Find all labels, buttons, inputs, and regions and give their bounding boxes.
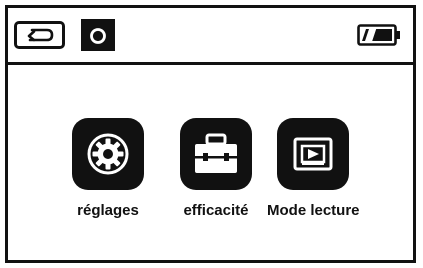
- battery-indicator: [357, 24, 401, 46]
- playback-label: Mode lecture: [267, 202, 360, 219]
- playback-tile[interactable]: [277, 118, 350, 190]
- back-button[interactable]: [14, 21, 65, 49]
- efficiency-tile[interactable]: [180, 118, 252, 190]
- gear-icon: [87, 133, 129, 175]
- menu-item-playback[interactable]: Mode lecture: [267, 118, 360, 220]
- back-arrow-icon: [27, 28, 53, 42]
- camera-button[interactable]: [81, 19, 115, 51]
- menu-item-efficiency[interactable]: efficacité: [180, 118, 252, 220]
- toolbox-icon: [195, 133, 237, 173]
- settings-label: réglages: [77, 202, 139, 219]
- efficiency-label: efficacité: [183, 202, 249, 219]
- menu-item-settings[interactable]: réglages: [72, 118, 144, 220]
- playback-icon: [293, 137, 333, 171]
- status-bar: [8, 8, 413, 65]
- camera-icon: [90, 28, 106, 44]
- settings-tile[interactable]: [72, 118, 144, 190]
- battery-icon: [357, 24, 400, 46]
- device-screen: réglages efficacité Mode lecture: [5, 5, 416, 263]
- main-menu: réglages efficacité Mode lecture: [8, 65, 413, 260]
